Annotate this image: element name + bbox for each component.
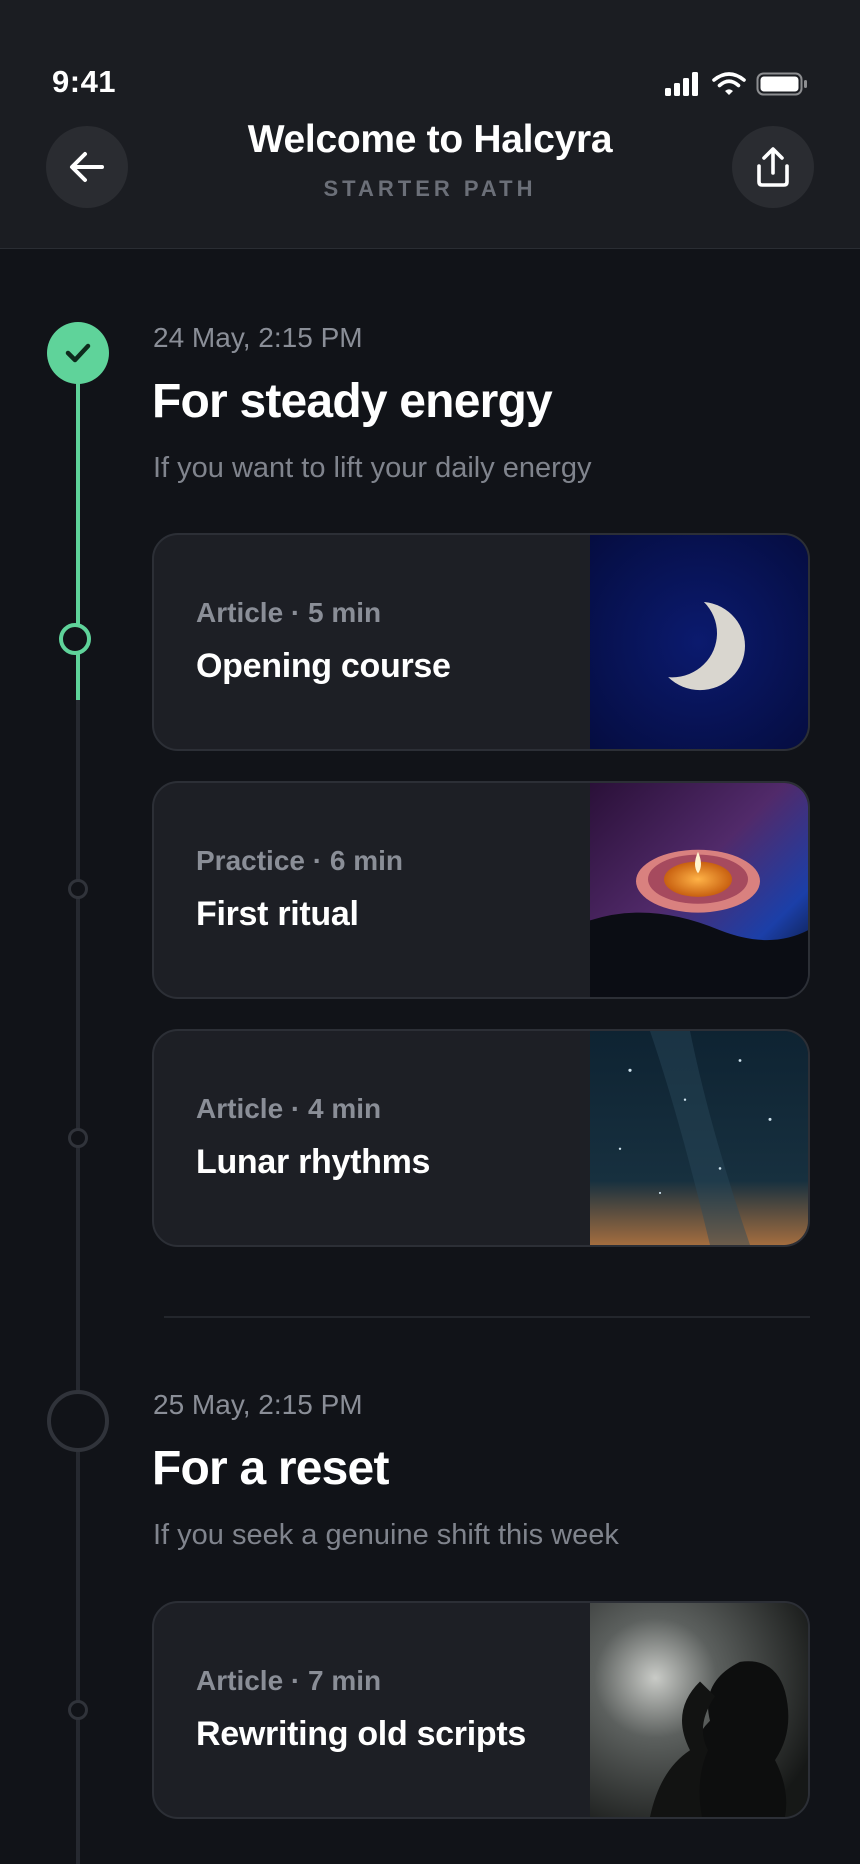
lesson-title: Opening course (196, 647, 451, 685)
section-description: If you want to lift your daily energy (153, 452, 592, 484)
timeline-track (76, 700, 80, 1864)
section-date: 24 May, 2:15 PM (153, 322, 363, 353)
page-title: Welcome to Halcyra (247, 118, 613, 161)
current-step-marker (59, 623, 91, 655)
lesson-title: Rewriting old scripts (196, 1715, 526, 1753)
share-button[interactable] (732, 126, 814, 208)
section-divider (164, 1316, 810, 1318)
share-icon (757, 147, 789, 187)
silhouette-image (590, 1603, 808, 1817)
lesson-card[interactable]: Practice · 6 min First ritual (152, 781, 810, 999)
step-marker (68, 1128, 88, 1148)
lesson-meta: Article · 7 min (196, 1665, 382, 1696)
step-marker (68, 1700, 88, 1720)
section-heading: For steady energy (152, 375, 553, 428)
status-time: 9:41 (52, 64, 117, 99)
crescent-moon-image (590, 535, 808, 749)
lesson-meta: Article · 4 min (196, 1093, 382, 1124)
lesson-title: Lunar rhythms (196, 1143, 431, 1181)
section-date: 25 May, 2:15 PM (153, 1389, 363, 1420)
page-subtitle: STARTER PATH (323, 176, 537, 201)
lesson-card[interactable]: Article · 4 min Lunar rhythms (152, 1029, 810, 1247)
completed-step-icon (47, 322, 109, 384)
section-description: If you seek a genuine shift this week (153, 1519, 619, 1551)
wifi-icon (712, 72, 746, 95)
step-marker (68, 879, 88, 899)
candle-image (590, 783, 808, 997)
section-heading: For a reset (152, 1442, 389, 1495)
upcoming-step-icon (47, 1390, 109, 1452)
checkmark-icon (65, 343, 91, 363)
cellular-signal-icon (665, 72, 698, 96)
lesson-card[interactable]: Article · 5 min Opening course (152, 533, 810, 751)
lesson-card[interactable]: Article · 7 min Rewriting old scripts (152, 1601, 810, 1819)
status-icons (664, 72, 808, 96)
top-bar: 9:41 Welcome to Halcyra STARTER PATH (0, 0, 860, 249)
lesson-meta: Article · 5 min (196, 597, 382, 628)
lesson-title: First ritual (196, 895, 359, 933)
battery-icon (756, 72, 807, 96)
night-sky-image (590, 1031, 808, 1245)
lesson-meta: Practice · 6 min (196, 845, 403, 876)
